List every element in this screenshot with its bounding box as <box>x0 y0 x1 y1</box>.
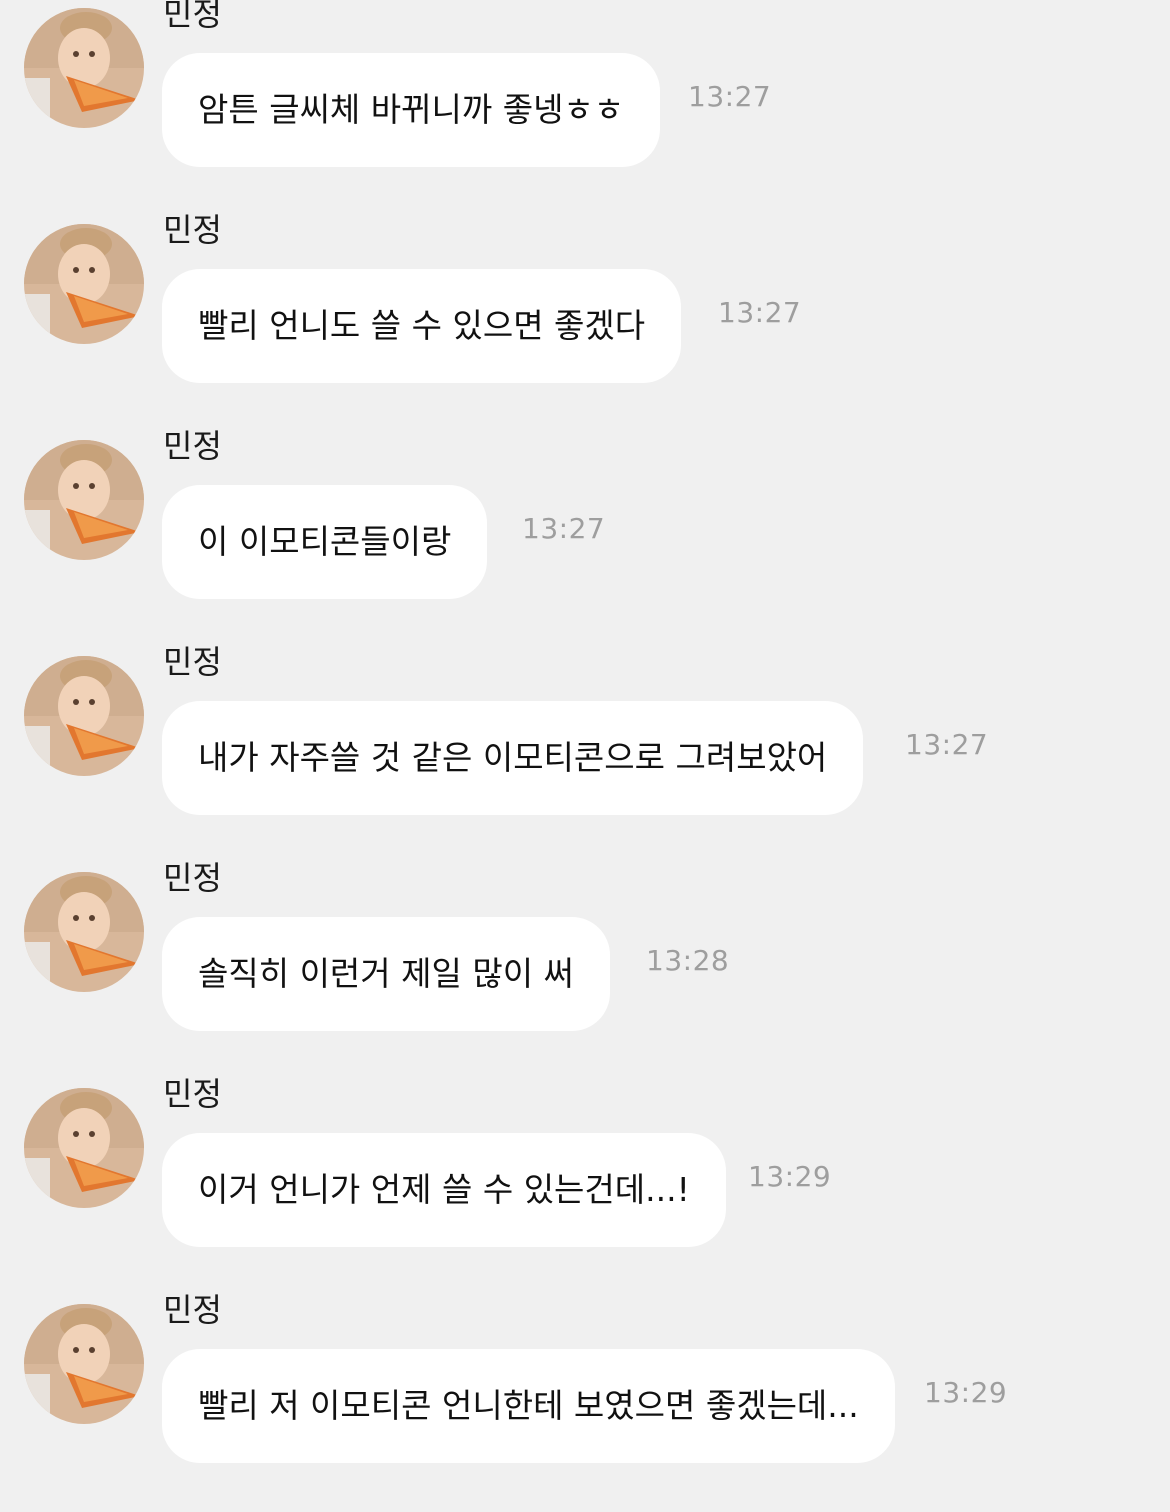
message-timestamp: 13:29 <box>748 1160 832 1193</box>
message-bubble[interactable]: 빨리 저 이모티콘 언니한테 보였으면 좋겠는데... <box>162 1349 895 1463</box>
sender-name: 민정 <box>163 1075 222 1113</box>
sender-name: 민정 <box>163 859 222 897</box>
sender-name: 민정 <box>163 643 222 681</box>
message-bubble[interactable]: 솔직히 이런거 제일 많이 써 <box>162 917 610 1031</box>
message-timestamp: 13:27 <box>688 80 772 113</box>
chat-message: 민정 빨리 저 이모티콘 언니한테 보였으면 좋겠는데... 13:29 <box>0 1291 1170 1512</box>
message-timestamp: 13:29 <box>924 1376 1008 1409</box>
message-timestamp: 13:27 <box>522 512 606 545</box>
chat-message: 민정 이 이모티콘들이랑 13:27 <box>0 427 1170 648</box>
sender-avatar[interactable] <box>24 8 144 128</box>
chat-message: 민정 빨리 언니도 쓸 수 있으면 좋겠다 13:27 <box>0 211 1170 432</box>
sender-avatar[interactable] <box>24 656 144 776</box>
sender-avatar[interactable] <box>24 1088 144 1208</box>
message-timestamp: 13:27 <box>718 296 802 329</box>
chat-message-list[interactable]: 민정 암튼 글씨체 바뀌니까 좋넹ㅎㅎ 13:27 민정 빨리 언니도 쓸 수 … <box>0 0 1170 1502</box>
message-bubble[interactable]: 내가 자주쓸 것 같은 이모티콘으로 그려보았어 <box>162 701 864 815</box>
message-timestamp: 13:27 <box>905 728 989 761</box>
chat-message: 민정 솔직히 이런거 제일 많이 써 13:28 <box>0 859 1170 1080</box>
sender-name: 민정 <box>163 211 222 249</box>
chat-message: 민정 이거 언니가 언제 쓸 수 있는건데...! 13:29 <box>0 1075 1170 1296</box>
message-bubble[interactable]: 이거 언니가 언제 쓸 수 있는건데...! <box>162 1133 726 1247</box>
chat-message: 민정 암튼 글씨체 바뀌니까 좋넹ㅎㅎ 13:27 <box>0 0 1170 216</box>
message-timestamp: 13:28 <box>646 944 730 977</box>
sender-name: 민정 <box>163 427 222 465</box>
message-bubble[interactable]: 이 이모티콘들이랑 <box>162 485 488 599</box>
message-bubble[interactable]: 암튼 글씨체 바뀌니까 좋넹ㅎㅎ <box>162 53 661 167</box>
sender-avatar[interactable] <box>24 224 144 344</box>
message-bubble[interactable]: 빨리 언니도 쓸 수 있으면 좋겠다 <box>162 269 682 383</box>
sender-name: 민정 <box>163 1291 222 1329</box>
chat-message: 민정 내가 자주쓸 것 같은 이모티콘으로 그려보았어 13:27 <box>0 643 1170 864</box>
sender-avatar[interactable] <box>24 872 144 992</box>
sender-avatar[interactable] <box>24 1304 144 1424</box>
sender-name: 민정 <box>163 0 222 33</box>
sender-avatar[interactable] <box>24 440 144 560</box>
